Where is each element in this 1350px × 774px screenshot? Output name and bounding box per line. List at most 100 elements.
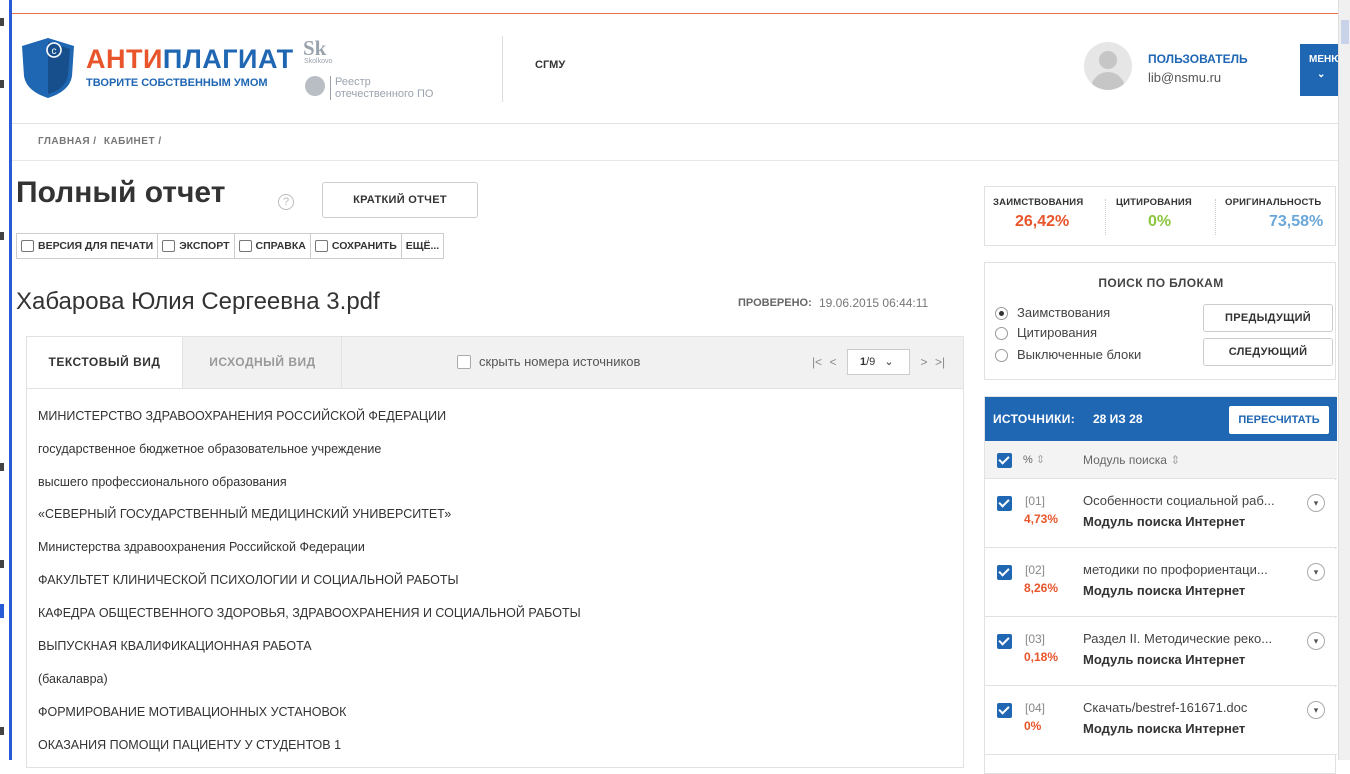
text-line[interactable]: (бакалавра) bbox=[38, 672, 108, 686]
radio-disabled-blocks-label[interactable]: Выключенные блоки bbox=[1017, 347, 1141, 362]
organization-name: СГМУ bbox=[535, 59, 566, 71]
expand-chevron-icon[interactable]: ▾ bbox=[1307, 632, 1325, 650]
breadcrumb: ГЛАВНАЯ / КАБИНЕТ / bbox=[38, 136, 166, 147]
source-row[interactable]: [01] 4,73% Особенности социальной раб...… bbox=[985, 480, 1337, 548]
source-number: [03] bbox=[1025, 632, 1046, 646]
text-line[interactable]: ОКАЗАНИЯ ПОМОЩИ ПАЦИЕНТУ У СТУДЕНТОВ 1 bbox=[38, 738, 341, 752]
expand-chevron-icon[interactable]: ▾ bbox=[1307, 494, 1325, 512]
text-line[interactable]: ФОРМИРОВАНИЕ МОТИВАЦИОННЫХ УСТАНОВОК bbox=[38, 705, 346, 719]
stat-originality-value: 73,58% bbox=[1269, 213, 1324, 230]
more-button[interactable]: ЕЩЁ... bbox=[402, 234, 443, 258]
source-row[interactable]: [02] 8,26% методики по профориентаци... … bbox=[985, 549, 1337, 617]
sources-header: ИСТОЧНИКИ: 28 ИЗ 28 ПЕРЕСЧИТАТЬ bbox=[985, 397, 1337, 441]
brand-tagline: ТВОРИТЕ СОБСТВЕННЫМ УМОМ bbox=[86, 77, 268, 89]
document-name: Хабарова Юлия Сергеевна 3.pdf bbox=[16, 288, 380, 315]
recalculate-button[interactable]: ПЕРЕСЧИТАТЬ bbox=[1229, 406, 1329, 434]
source-module: Модуль поиска Интернет bbox=[1083, 721, 1246, 736]
text-line[interactable]: ФАКУЛЬТЕТ КЛИНИЧЕСКОЙ ПСИХОЛОГИИ И СОЦИА… bbox=[38, 573, 459, 587]
desktop-left-edge bbox=[0, 0, 12, 760]
text-line[interactable]: Министерства здравоохранения Российской … bbox=[38, 540, 365, 554]
text-line[interactable]: КАФЕДРА ОБЩЕСТВЕННОГО ЗДОРОВЬЯ, ЗДРАВООХ… bbox=[38, 606, 581, 620]
help-doc-icon bbox=[238, 240, 252, 252]
help-button[interactable]: СПРАВКА bbox=[235, 234, 311, 258]
source-checkbox[interactable] bbox=[997, 496, 1012, 511]
block-search-title: ПОИСК ПО БЛОКАМ bbox=[1098, 276, 1224, 290]
prev-page-icon[interactable]: < bbox=[825, 355, 841, 369]
source-module: Модуль поиска Интернет bbox=[1083, 514, 1246, 529]
export-button[interactable]: ЭКСПОРТ bbox=[158, 234, 235, 258]
hide-source-numbers-label[interactable]: скрыть номера источников bbox=[479, 354, 640, 369]
text-line[interactable]: ВЫПУСКНАЯ КВАЛИФИКАЦИОННАЯ РАБОТА bbox=[38, 639, 312, 653]
sort-by-percent[interactable]: % ⇕ bbox=[1023, 453, 1045, 466]
antiplagiat-shield-icon[interactable]: c bbox=[20, 36, 76, 100]
brand-logo[interactable]: АНТИПЛАГИАТ bbox=[86, 44, 294, 74]
sort-by-module[interactable]: Модуль поиска ⇕ bbox=[1083, 453, 1180, 467]
source-name-link[interactable]: Особенности социальной раб... bbox=[1083, 493, 1303, 508]
sources-count: 28 ИЗ 28 bbox=[1093, 412, 1143, 426]
text-line[interactable]: МИНИСТЕРСТВО ЗДРАВООХРАНЕНИЯ РОССИЙСКОЙ … bbox=[38, 409, 446, 423]
page-title: Полный отчет bbox=[16, 176, 226, 209]
radio-disabled-blocks[interactable] bbox=[995, 349, 1008, 362]
last-page-icon[interactable]: >| bbox=[932, 355, 948, 369]
radio-citation[interactable] bbox=[995, 327, 1008, 340]
skolkovo-caption: Skolkovo bbox=[304, 58, 333, 65]
source-row[interactable]: [03] 0,18% Раздел II. Методические реко.… bbox=[985, 618, 1337, 686]
print-version-button[interactable]: ВЕРСИЯ ДЛЯ ПЕЧАТИ bbox=[17, 234, 159, 258]
source-checkbox[interactable] bbox=[997, 565, 1012, 580]
source-name-link[interactable]: Раздел II. Методические реко... bbox=[1083, 631, 1303, 646]
save-icon bbox=[314, 240, 328, 252]
breadcrumb-home-link[interactable]: ГЛАВНАЯ / bbox=[38, 136, 97, 147]
block-search-panel: ПОИСК ПО БЛОКАМ Заимствования Цитировани… bbox=[984, 262, 1336, 380]
user-role-link[interactable]: ПОЛЬЗОВАТЕЛЬ bbox=[1148, 52, 1248, 66]
text-line[interactable]: «СЕВЕРНЫЙ ГОСУДАРСТВЕННЫЙ МЕДИЦИНСКИЙ УН… bbox=[38, 507, 451, 521]
source-checkbox[interactable] bbox=[997, 634, 1012, 649]
stat-divider bbox=[1215, 199, 1216, 235]
save-button[interactable]: СОХРАНИТЬ bbox=[311, 234, 402, 258]
text-line[interactable]: государственное бюджетное образовательно… bbox=[38, 442, 381, 456]
stat-originality: ОРИГИНАЛЬНОСТЬ 73,58% bbox=[1225, 197, 1323, 231]
brand-part-anti: АНТИ bbox=[86, 44, 163, 74]
radio-borrowing[interactable] bbox=[995, 307, 1008, 320]
text-line[interactable]: высшего профессионального образования bbox=[38, 475, 287, 489]
select-all-checkbox[interactable] bbox=[997, 453, 1012, 468]
next-page-icon[interactable]: > bbox=[916, 355, 932, 369]
document-text-panel: МИНИСТЕРСТВО ЗДРАВООХРАНЕНИЯ РОССИЙСКОЙ … bbox=[26, 388, 964, 768]
user-avatar-icon[interactable] bbox=[1084, 42, 1132, 90]
edge-mark bbox=[0, 463, 4, 471]
next-block-button[interactable]: СЛЕДУЮЩИЙ bbox=[1203, 338, 1333, 366]
breadcrumb-cabinet-link[interactable]: КАБИНЕТ / bbox=[104, 136, 162, 147]
hide-source-numbers-checkbox[interactable] bbox=[457, 355, 471, 369]
radio-citation-label[interactable]: Цитирования bbox=[1017, 325, 1097, 340]
scrollbar-thumb[interactable] bbox=[1341, 20, 1349, 44]
source-checkbox[interactable] bbox=[997, 703, 1012, 718]
chevron-down-icon: ⌄ bbox=[884, 356, 894, 368]
expand-chevron-icon[interactable]: ▾ bbox=[1307, 563, 1325, 581]
edge-mark bbox=[0, 80, 4, 88]
user-email: lib@nsmu.ru bbox=[1148, 70, 1222, 85]
source-percent: 8,26% bbox=[1024, 581, 1059, 595]
printer-icon bbox=[21, 240, 34, 252]
source-name-link[interactable]: методики по профориентаци... bbox=[1083, 562, 1303, 577]
col-percent-label: % bbox=[1023, 454, 1036, 466]
tab-text-view[interactable]: ТЕКСТОВЫЙ ВИД bbox=[27, 337, 183, 389]
stat-originality-label: ОРИГИНАЛЬНОСТЬ bbox=[1225, 197, 1322, 208]
previous-block-button[interactable]: ПРЕДЫДУЩИЙ bbox=[1203, 304, 1333, 332]
menu-label: МЕНЮ bbox=[1309, 54, 1342, 65]
export-icon bbox=[162, 240, 176, 252]
window-scrollbar[interactable] bbox=[1338, 0, 1350, 760]
viewer-tabs: ТЕКСТОВЫЙ ВИД ИСХОДНЫЙ ВИД скрыть номера… bbox=[26, 336, 964, 389]
help-question-icon[interactable]: ? bbox=[278, 194, 294, 210]
header-divider bbox=[502, 36, 503, 102]
short-report-button[interactable]: КРАТКИЙ ОТЧЕТ bbox=[322, 182, 478, 218]
source-name-link[interactable]: Скачать/bestref-161671.doc bbox=[1083, 700, 1303, 715]
radio-borrowing-label[interactable]: Заимствования bbox=[1017, 305, 1110, 320]
report-page: c АНТИПЛАГИАТ ТВОРИТЕ СОБСТВЕННЫМ УМОМ S… bbox=[12, 14, 1344, 774]
expand-chevron-icon[interactable]: ▾ bbox=[1307, 701, 1325, 719]
source-row[interactable]: [04] 0% Скачать/bestref-161671.doc Модул… bbox=[985, 687, 1337, 755]
brand-part-plagiat: ПЛАГИАТ bbox=[162, 44, 294, 74]
edge-mark bbox=[0, 604, 4, 618]
first-page-icon[interactable]: |< bbox=[809, 355, 825, 369]
page-select[interactable]: 1/9 ⌄ bbox=[847, 349, 910, 375]
tab-source-view[interactable]: ИСХОДНЫЙ ВИД bbox=[184, 337, 342, 389]
stat-borrowing-value: 26,42% bbox=[1015, 213, 1070, 230]
